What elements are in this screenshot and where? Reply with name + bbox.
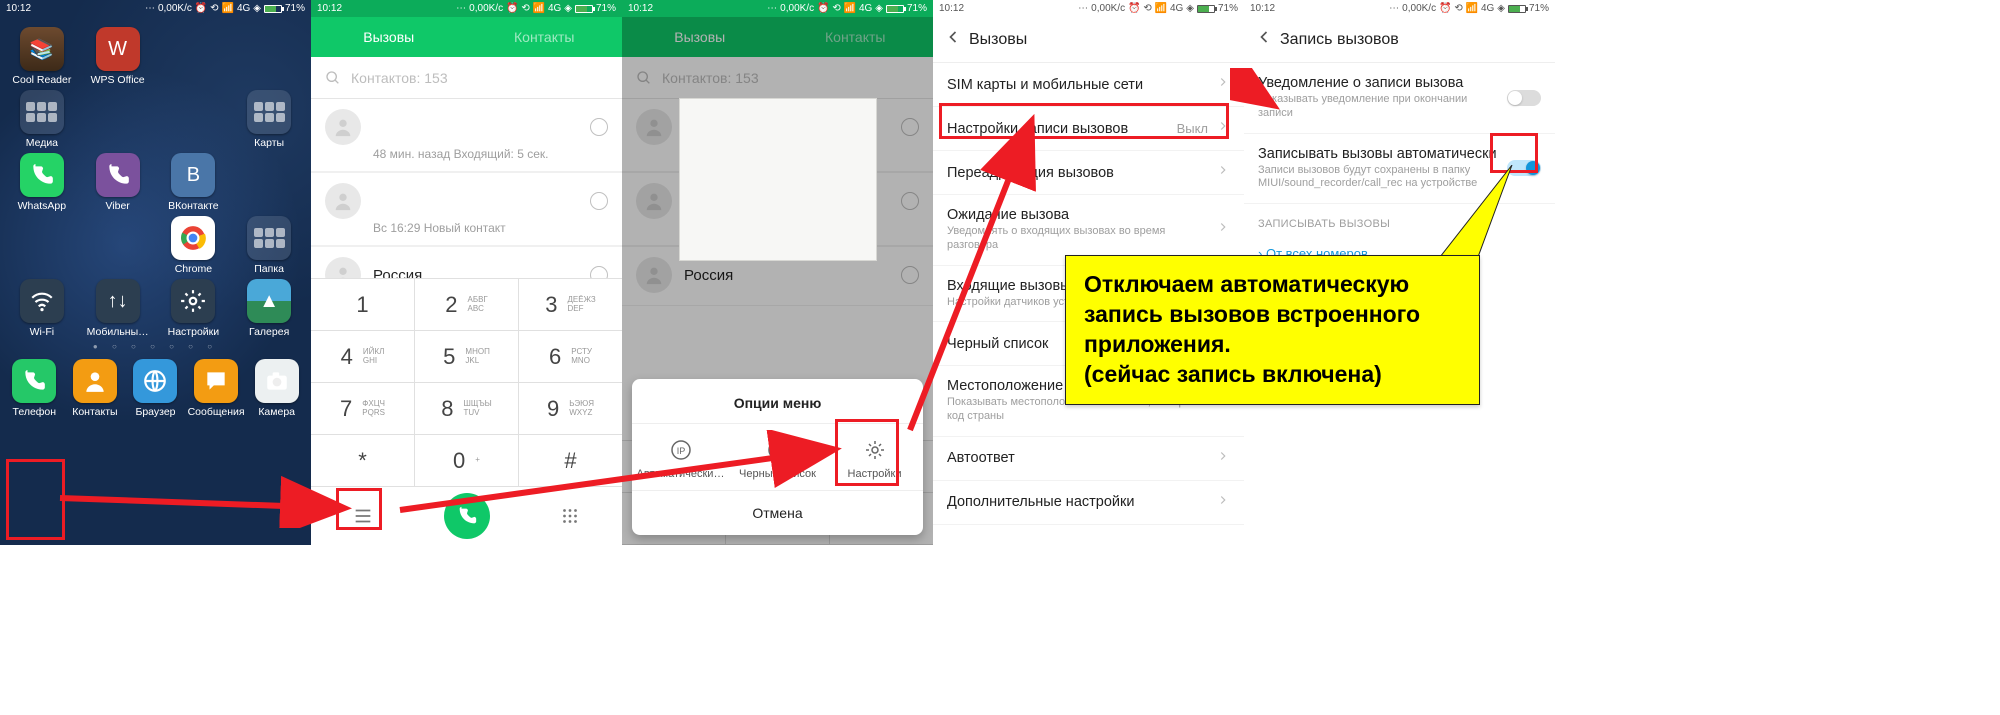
callout-tail [1440, 165, 1520, 265]
highlight-record-row [939, 103, 1229, 139]
setting-row[interactable]: Автоответ [933, 437, 1244, 481]
app-WhatsApp[interactable]: WhatsApp [4, 149, 80, 212]
app-grid: 📚Cool ReaderWWPS OfficeМедиа Карты WhatsAp… [0, 17, 311, 338]
call-button[interactable] [444, 493, 490, 539]
dock-Телефон[interactable]: Телефон [4, 355, 65, 418]
blank-panel [679, 98, 877, 261]
back-button[interactable] [943, 27, 963, 52]
app-Мобильны…[interactable]: ↑↓Мобильны… [80, 275, 156, 338]
search-input[interactable]: Контактов: 153 [311, 57, 622, 99]
app-ВКонтакте[interactable]: BВКонтакте [156, 149, 232, 212]
status-bar: 10:12 ⋯0,00K/c⏰ ⟲ 📶4G◈71% [622, 0, 933, 17]
call-row[interactable] [311, 172, 622, 221]
search-icon [325, 70, 341, 86]
app-Настройки[interactable]: Настройки [156, 275, 232, 338]
tab-calls[interactable]: Вызовы [311, 17, 467, 57]
phone-app-dialer: 10:12 ⋯0,00K/c⏰ ⟲ 📶4G◈71% Вызовы Контакт… [311, 0, 622, 545]
status-bar: 10:12 ⋯0,00K/c⏰ ⟲ 📶4G◈71% [311, 0, 622, 17]
key-2[interactable]: 2АБВГABC [415, 279, 519, 331]
info-icon[interactable] [590, 192, 608, 210]
chevron-right-icon [1216, 493, 1230, 512]
key-0[interactable]: 0+ [415, 435, 519, 487]
tabs: Вызовы Контакты [311, 17, 622, 57]
dock: ТелефонКонтактыБраузерСообщенияКамера [0, 353, 311, 422]
app-Chrome[interactable]: Chrome [156, 212, 232, 275]
setting-row[interactable]: Уведомление о записи вызоваПоказывать ув… [1244, 63, 1555, 134]
sheet-title: Опции меню [632, 379, 923, 424]
dock-Браузер[interactable]: Браузер [125, 355, 186, 418]
setting-row[interactable]: Дополнительные настройки [933, 481, 1244, 525]
back-button[interactable] [1254, 27, 1274, 52]
key-9[interactable]: 9ЬЭЮЯWXYZ [519, 383, 622, 435]
avatar [325, 109, 361, 145]
call-row[interactable] [311, 99, 622, 147]
chevron-right-icon [1216, 220, 1230, 239]
highlight-phone-app [6, 459, 65, 540]
dock-Камера[interactable]: Камера [246, 355, 307, 418]
key-3[interactable]: 3ДЕЁЖЗDEF [519, 279, 622, 331]
app-Галерея[interactable]: ▲Галерея [231, 275, 307, 338]
info-icon[interactable] [590, 118, 608, 136]
toggle[interactable] [1507, 90, 1541, 106]
call-log: 48 мин. назад Входящий: 5 сек. Вс 16:29 … [311, 99, 622, 306]
callout-box: Отключаем автоматическую запись вызовов … [1065, 255, 1480, 405]
key-4[interactable]: 4ИЙКЛGHI [311, 331, 415, 383]
app-Cool Reader[interactable]: 📚Cool Reader [4, 23, 80, 86]
key-7[interactable]: 7ФХЦЧPQRS [311, 383, 415, 435]
menu-item-ip[interactable]: IPАвтоматически… [632, 424, 729, 490]
menu-item-block[interactable]: Черный список [729, 424, 826, 490]
key-*[interactable]: * [311, 435, 415, 487]
status-bar: 10:12 ⋯0,00K/c⏰ ⟲ 📶4G◈71% [1244, 0, 1555, 17]
app-Медиа[interactable]: Медиа [4, 86, 80, 149]
setting-row[interactable]: Переадресация вызовов [933, 151, 1244, 195]
chevron-right-icon [1216, 449, 1230, 468]
highlight-menu-button [336, 488, 382, 530]
page-indicator: ● ○ ○ ○ ○ ○ ○ [0, 342, 311, 351]
page-title: Запись вызовов [1280, 31, 1399, 49]
key-5[interactable]: 5МНОПJKL [415, 331, 519, 383]
key-8[interactable]: 8ШЩЪЫTUV [415, 383, 519, 435]
status-time: 10:12 [6, 3, 31, 14]
app-Карты[interactable]: Карты [231, 86, 307, 149]
battery-icon [264, 5, 282, 13]
chevron-right-icon [1216, 163, 1230, 182]
svg-text:IP: IP [676, 446, 685, 456]
page-title: Вызовы [969, 31, 1027, 49]
key-6[interactable]: 6РСТУMNO [519, 331, 622, 383]
app-Viber[interactable]: Viber [80, 149, 156, 212]
setting-row[interactable]: SIM карты и мобильные сети [933, 63, 1244, 107]
dock-Контакты[interactable]: Контакты [65, 355, 126, 418]
cancel-button[interactable]: Отмена [632, 490, 923, 535]
key-1[interactable]: 1 [311, 279, 415, 331]
app-Wi-Fi[interactable]: Wi-Fi [4, 275, 80, 338]
keypad-toggle-button[interactable] [518, 505, 622, 527]
app-Папка[interactable]: Папка [231, 212, 307, 275]
avatar [325, 183, 361, 219]
tab-contacts[interactable]: Контакты [467, 17, 623, 57]
chevron-right-icon [1216, 75, 1230, 94]
highlight-settings-item [835, 419, 899, 486]
dock-Сообщения[interactable]: Сообщения [186, 355, 247, 418]
app-WPS Office[interactable]: WWPS Office [80, 23, 156, 86]
key-#[interactable]: # [519, 435, 622, 487]
status-bar: 10:12 ⋯0,00K/c⏰ ⟲ 📶4G◈71% [933, 0, 1244, 17]
status-bar: 10:12 ⋯ 0,00K/c ⏰ ⟲ 📶 4G ◈ 71% [0, 0, 311, 17]
